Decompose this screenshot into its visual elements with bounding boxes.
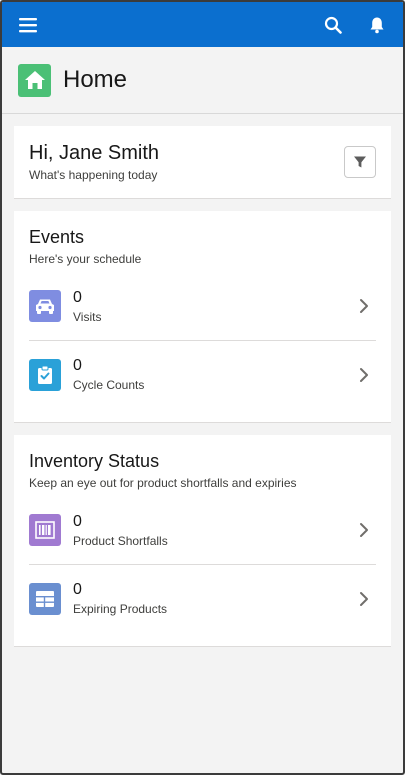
chevron-right-icon (354, 520, 374, 540)
hamburger-menu-icon[interactable] (18, 15, 38, 35)
greeting-card: Hi, Jane Smith What's happening today (14, 126, 391, 199)
barcode-icon (29, 514, 61, 546)
inventory-subtitle: Keep an eye out for product shortfalls a… (29, 476, 297, 490)
page-header: Home (2, 47, 403, 114)
bell-icon[interactable] (367, 15, 387, 35)
home-icon (18, 63, 51, 97)
greeting-subtitle: What's happening today (29, 168, 158, 182)
page-title: Home (63, 66, 128, 93)
app-frame: Home Hi, Jane Smith What's happening tod… (0, 0, 405, 775)
product-shortfalls-count: 0 (73, 512, 82, 530)
cycle-counts-count: 0 (73, 357, 82, 374)
inventory-title: Inventory Status (29, 451, 160, 471)
search-icon[interactable] (323, 15, 343, 35)
filter-icon (354, 156, 366, 168)
events-subtitle: Here's your schedule (29, 252, 142, 266)
greeting-title: Hi, Jane Smith (29, 142, 160, 164)
product-shortfalls-label: Product Shortfalls (73, 533, 168, 548)
visits-label: Visits (73, 309, 102, 324)
events-title: Events (29, 227, 85, 247)
clipboard-check-icon (29, 358, 61, 391)
cycle-counts-label: Cycle Counts (73, 378, 145, 392)
topbar-actions (323, 15, 387, 35)
visits-count: 0 (73, 288, 82, 306)
chevron-right-icon (354, 365, 374, 385)
car-icon (29, 290, 61, 322)
chevron-right-icon (354, 296, 374, 316)
chevron-right-icon (354, 589, 374, 609)
list-item-cycle-counts[interactable]: 0 Cycle Counts (29, 340, 376, 408)
table-icon (29, 582, 61, 615)
inventory-status-card: Inventory Status Keep an eye out for pro… (14, 435, 391, 647)
filter-button[interactable] (344, 146, 376, 178)
list-item-visits[interactable]: 0 Visits (29, 272, 376, 340)
expiring-products-label: Expiring Products (73, 602, 168, 616)
expiring-products-count: 0 (73, 581, 82, 598)
top-navigation-bar (2, 2, 403, 47)
events-card: Events Here's your schedule 0 Visits 0 C… (14, 211, 391, 423)
greeting-text: Hi, Jane Smith What's happening today (29, 142, 159, 182)
list-item-product-shortfalls[interactable]: 0 Product Shortfalls (29, 496, 376, 564)
list-item-expiring-products[interactable]: 0 Expiring Products (29, 564, 376, 632)
